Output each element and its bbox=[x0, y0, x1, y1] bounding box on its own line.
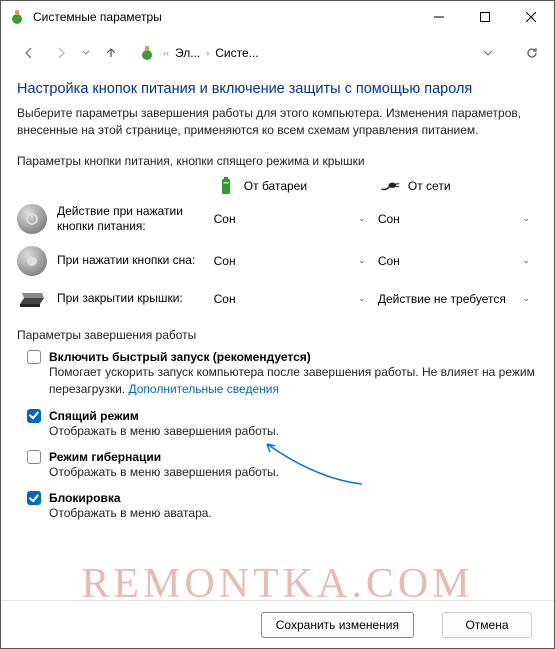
page-description: Выберите параметры завершения работы для… bbox=[17, 105, 538, 140]
sleep-item: Спящий режим Отображать в меню завершени… bbox=[17, 409, 538, 440]
power-button-icon bbox=[17, 204, 47, 234]
chevron-down-icon: ⌄ bbox=[358, 213, 366, 224]
chevron-down-icon: ⌄ bbox=[522, 255, 530, 266]
chevron-right-icon: › bbox=[206, 48, 209, 58]
lid-close-label: При закрытии крышки: bbox=[57, 291, 183, 306]
lock-title: Блокировка bbox=[49, 491, 121, 505]
plug-icon bbox=[380, 176, 400, 196]
lock-desc: Отображать в меню аватара. bbox=[49, 505, 538, 522]
footer: Сохранить изменения Отмена bbox=[1, 600, 554, 648]
chevron-down-icon: ⌄ bbox=[358, 255, 366, 266]
hibernate-desc: Отображать в меню завершения работы. bbox=[49, 464, 538, 481]
lock-checkbox[interactable] bbox=[27, 491, 41, 505]
fast-startup-desc: Помогает ускорить запуск компьютера посл… bbox=[49, 365, 535, 396]
forward-button[interactable] bbox=[47, 39, 75, 67]
up-button[interactable] bbox=[97, 39, 125, 67]
save-button[interactable]: Сохранить изменения bbox=[261, 612, 414, 638]
crumb-1[interactable]: Эл... bbox=[175, 46, 200, 60]
chevron-left-icon: ‹‹ bbox=[163, 48, 169, 58]
fast-startup-item: Включить быстрый запуск (рекомендуется) … bbox=[17, 350, 538, 399]
lid-ac-select[interactable]: Действие не требуется ⌄ bbox=[374, 290, 538, 308]
battery-label: От батареи bbox=[244, 179, 307, 193]
hibernate-item: Режим гибернации Отображать в меню завер… bbox=[17, 450, 538, 481]
power-button-row: Действие при нажатии кнопки питания: Сон… bbox=[17, 204, 538, 234]
power-button-ac-select[interactable]: Сон ⌄ bbox=[374, 210, 538, 228]
ac-label: От сети bbox=[408, 179, 451, 193]
chevron-down-icon: ⌄ bbox=[522, 213, 530, 224]
column-headers: От батареи От сети bbox=[17, 176, 538, 196]
sleep-button-battery-select[interactable]: Сон ⌄ bbox=[210, 252, 374, 270]
fast-startup-title: Включить быстрый запуск (рекомендуется) bbox=[49, 350, 311, 364]
titlebar: Системные параметры bbox=[1, 1, 554, 33]
window-title: Системные параметры bbox=[33, 10, 416, 24]
breadcrumb[interactable]: ‹‹ Эл... › Систе... bbox=[129, 39, 546, 67]
power-button-battery-select[interactable]: Сон ⌄ bbox=[210, 210, 374, 228]
refresh-button[interactable] bbox=[518, 39, 546, 67]
crumb-2[interactable]: Систе... bbox=[215, 46, 258, 60]
power-options-icon bbox=[137, 43, 157, 63]
hibernate-title: Режим гибернации bbox=[49, 450, 161, 464]
battery-column-header: От батареи bbox=[210, 176, 374, 196]
shutdown-heading: Параметры завершения работы bbox=[17, 328, 538, 342]
sleep-button-label: При нажатии кнопки сна: bbox=[57, 253, 195, 268]
minimize-button[interactable] bbox=[416, 1, 462, 33]
sleep-button-icon bbox=[17, 246, 47, 276]
learn-more-link[interactable]: Дополнительные сведения bbox=[128, 382, 278, 396]
ac-column-header: От сети bbox=[374, 176, 538, 196]
shutdown-settings: Параметры завершения работы Включить быс… bbox=[17, 328, 538, 523]
window-controls bbox=[416, 1, 554, 33]
power-button-label: Действие при нажатии кнопки питания: bbox=[57, 204, 210, 234]
battery-icon bbox=[216, 176, 236, 196]
back-button[interactable] bbox=[15, 39, 43, 67]
page-title: Настройка кнопок питания и включение защ… bbox=[17, 81, 538, 97]
sleep-title: Спящий режим bbox=[49, 409, 139, 423]
lid-icon bbox=[17, 288, 47, 310]
sleep-button-ac-select[interactable]: Сон ⌄ bbox=[374, 252, 538, 270]
lid-close-row: При закрытии крышки: Сон ⌄ Действие не т… bbox=[17, 288, 538, 310]
close-button[interactable] bbox=[508, 1, 554, 33]
chevron-down-icon: ⌄ bbox=[358, 293, 366, 304]
power-options-icon bbox=[9, 9, 25, 25]
hibernate-checkbox[interactable] bbox=[27, 450, 41, 464]
sleep-button-row: При нажатии кнопки сна: Сон ⌄ Сон ⌄ bbox=[17, 246, 538, 276]
nav-row: ‹‹ Эл... › Систе... bbox=[1, 33, 554, 73]
address-dropdown[interactable] bbox=[474, 39, 502, 67]
recent-dropdown[interactable] bbox=[79, 39, 93, 67]
maximize-button[interactable] bbox=[462, 1, 508, 33]
sleep-checkbox[interactable] bbox=[27, 409, 41, 423]
cancel-button[interactable]: Отмена bbox=[442, 612, 532, 638]
lock-item: Блокировка Отображать в меню аватара. bbox=[17, 491, 538, 522]
chevron-down-icon: ⌄ bbox=[522, 293, 530, 304]
fast-startup-checkbox[interactable] bbox=[27, 350, 41, 364]
buttons-section-heading: Параметры кнопки питания, кнопки спящего… bbox=[17, 154, 538, 168]
lid-battery-select[interactable]: Сон ⌄ bbox=[210, 290, 374, 308]
sleep-desc: Отображать в меню завершения работы. bbox=[49, 423, 538, 440]
content: Настройка кнопок питания и включение защ… bbox=[1, 73, 554, 523]
